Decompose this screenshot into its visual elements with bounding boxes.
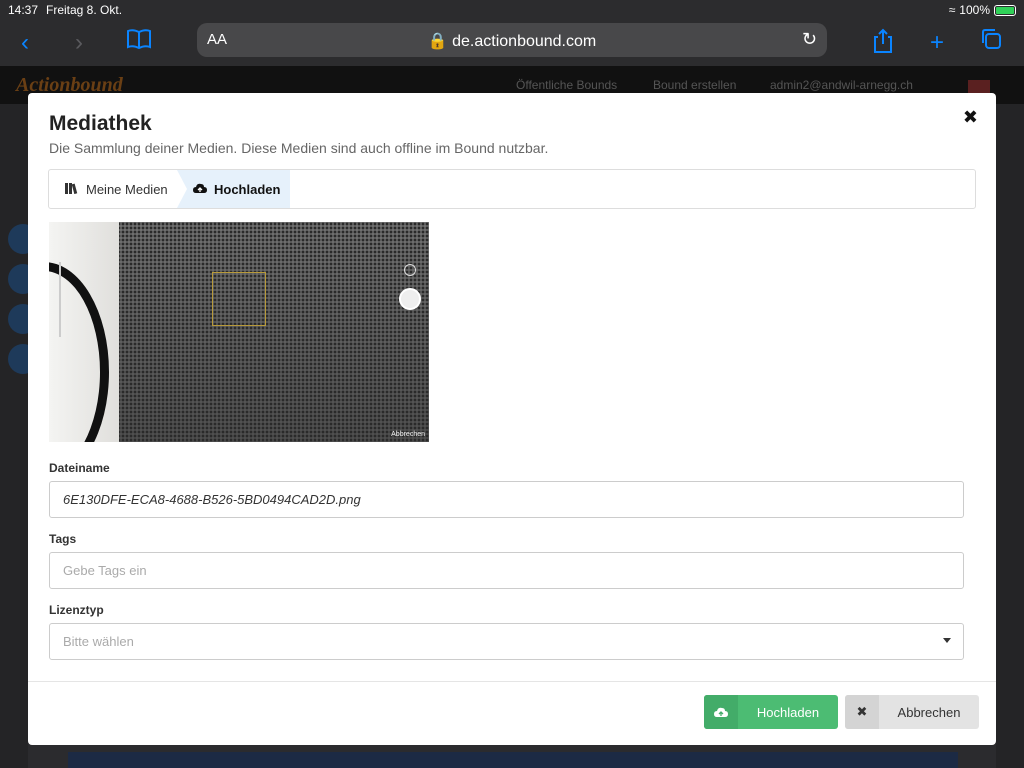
image-preview: Abbrechen	[49, 222, 429, 442]
page-background-left	[0, 104, 38, 768]
license-select[interactable]: Bitte wählen	[49, 623, 964, 660]
media-tabs: Meine Medien Hochladen	[48, 169, 976, 209]
filename-field[interactable]: 6E130DFE-ECA8-4688-B526-5BD0494CAD2D.png	[49, 481, 964, 518]
upload-button-label: Hochladen	[756, 704, 820, 720]
license-label: Lizenztyp	[49, 603, 104, 617]
nav-user-account[interactable]: admin2@andwil-arnegg.ch	[770, 78, 913, 92]
chevron-down-icon	[943, 638, 951, 643]
modal-title: Mediathek	[49, 112, 152, 135]
preview-camera-label: Abbrechen	[391, 431, 425, 438]
wifi-icon: ≈	[948, 3, 956, 17]
breadcrumb-arrow	[177, 170, 187, 208]
books-icon	[65, 182, 79, 197]
tab-my-media[interactable]: Meine Medien	[49, 170, 177, 208]
preview-zoom-slider	[59, 262, 61, 337]
back-icon[interactable]: ‹	[10, 28, 40, 58]
license-select-value: Bitte wählen	[63, 634, 134, 649]
status-bar: 14:37 Freitag 8. Okt. ≈ 100%	[0, 0, 1024, 20]
cloud-upload-icon	[193, 182, 207, 197]
tab-upload-label: Hochladen	[214, 181, 281, 197]
tags-input[interactable]: Gebe Tags ein	[49, 552, 964, 589]
tab-my-media-label: Meine Medien	[86, 181, 168, 197]
media-library-modal: Mediathek Die Sammlung deiner Medien. Di…	[28, 93, 996, 745]
url-text[interactable]: 🔒 de.actionbound.com	[197, 31, 827, 51]
camera-settings-icon	[404, 264, 416, 276]
status-time: 14:37	[8, 3, 39, 17]
upload-button[interactable]: Hochladen	[704, 695, 838, 729]
tab-upload[interactable]: Hochladen	[177, 170, 290, 208]
page-background-right	[996, 104, 1024, 768]
modal-subtitle: Die Sammlung deiner Medien. Diese Medien…	[49, 140, 549, 156]
reload-icon[interactable]: ↻	[802, 29, 817, 50]
status-date: Freitag 8. Okt.	[46, 3, 123, 17]
new-tab-icon[interactable]: +	[922, 28, 952, 58]
status-right: ≈ 100%	[949, 3, 1016, 17]
modal-footer-divider	[28, 681, 996, 682]
preview-focus-box	[212, 272, 266, 326]
battery-icon	[994, 4, 1016, 16]
close-icon[interactable]: ✖	[963, 107, 978, 128]
share-icon[interactable]	[868, 28, 898, 58]
filename-label: Dateiname	[49, 461, 110, 475]
tags-label: Tags	[49, 532, 77, 546]
nav-create-bound[interactable]: Bound erstellen	[653, 78, 736, 92]
address-bar[interactable]: AA 🔒 de.actionbound.com ↻	[197, 23, 827, 57]
cancel-button[interactable]: ✖ Abbrechen	[845, 695, 979, 729]
language-flag-icon[interactable]	[968, 80, 990, 94]
battery-percent: 100%	[959, 3, 990, 17]
cloud-upload-icon	[704, 695, 738, 729]
cancel-button-label: Abbrechen	[897, 704, 961, 720]
forward-icon[interactable]: ›	[64, 28, 94, 58]
page-background-bottom	[68, 752, 958, 768]
tabs-icon[interactable]	[976, 28, 1006, 58]
bookmarks-icon[interactable]	[124, 28, 154, 58]
browser-toolbar: ‹ › AA 🔒 de.actionbound.com ↻ +	[0, 20, 1024, 66]
shutter-icon	[399, 288, 421, 310]
lock-icon: 🔒	[427, 33, 448, 50]
nav-public-bounds[interactable]: Öffentliche Bounds	[516, 78, 617, 92]
url-value: de.actionbound.com	[452, 33, 597, 50]
close-icon: ✖	[845, 695, 879, 729]
